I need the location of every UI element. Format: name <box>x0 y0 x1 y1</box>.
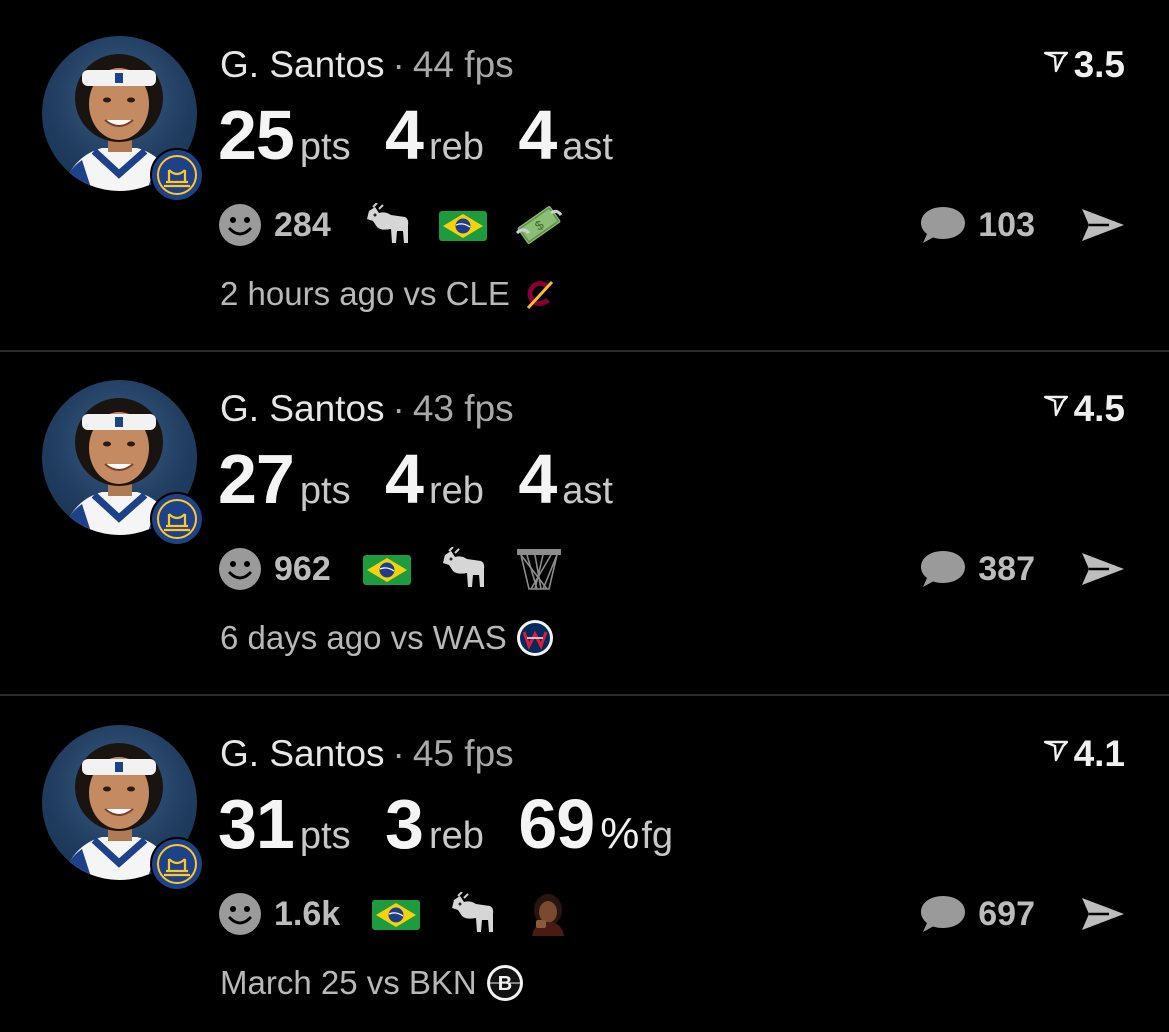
post-card[interactable]: G. Santos · 44 fps 3.5 25 pts 4 reb 4 ast 284… <box>0 0 1169 343</box>
stat-points: 27 pts <box>218 439 351 519</box>
fps-value: 43 fps <box>412 388 514 429</box>
comment-area[interactable]: 387 <box>918 542 1127 596</box>
stat-field-goal-pct: 69 %fg <box>518 784 673 864</box>
person-emoji-icon[interactable] <box>522 892 574 936</box>
comment-icon[interactable] <box>918 547 968 591</box>
stat-unit: ast <box>562 470 613 512</box>
stat-unit: ast <box>562 126 613 168</box>
post-card[interactable]: G. Santos · 45 fps 4.1 31 pts 3 reb 69 %fg 1.… <box>0 689 1169 1032</box>
warriors-logo-icon <box>150 837 204 891</box>
stat-value: 4 <box>518 440 557 518</box>
smiley-react-icon[interactable] <box>218 892 262 936</box>
player-name-line[interactable]: G. Santos · 43 fps <box>220 388 514 430</box>
rating-icon <box>1044 740 1068 762</box>
smiley-react-icon[interactable] <box>218 203 262 247</box>
reactions-row[interactable]: 284 <box>218 198 589 252</box>
share-send-icon[interactable] <box>1079 549 1127 589</box>
stat-line: 25 pts 4 reb 4 ast <box>218 95 643 175</box>
rating: 3.5 <box>1044 44 1125 86</box>
rating-value: 3.5 <box>1073 44 1125 85</box>
cavaliers-logo-icon <box>518 274 558 314</box>
share-send-icon[interactable] <box>1079 894 1127 934</box>
comment-icon[interactable] <box>918 892 968 936</box>
brazil-flag-icon[interactable] <box>370 892 422 936</box>
comment-area[interactable]: 103 <box>918 198 1127 252</box>
stat-value: 27 <box>218 440 295 518</box>
reactions-count: 1.6k <box>274 894 341 933</box>
stat-assists: 4 ast <box>518 439 613 519</box>
separator-dot: · <box>392 388 405 429</box>
fps-value: 45 fps <box>412 733 514 774</box>
comments-count: 697 <box>978 894 1035 933</box>
player-name[interactable]: G. Santos <box>220 44 385 85</box>
comment-area[interactable]: 697 <box>918 887 1127 941</box>
comment-icon[interactable] <box>918 203 968 247</box>
stat-rebounds: 3 reb <box>385 784 484 864</box>
stat-value: 4 <box>518 96 557 174</box>
reactions-row[interactable]: 1.6k <box>218 887 598 941</box>
stat-unit: pts <box>299 470 351 512</box>
money-icon[interactable] <box>513 203 565 247</box>
percent-sign: % <box>600 809 640 858</box>
comments-count: 103 <box>978 205 1035 244</box>
reactions-count: 962 <box>274 549 331 588</box>
rating-value: 4.5 <box>1073 388 1125 429</box>
stat-unit: reb <box>428 815 484 857</box>
game-time: 6 days ago vs WAS <box>220 619 507 656</box>
game-info: 6 days ago vs WAS <box>220 618 555 658</box>
brazil-flag-icon[interactable] <box>437 203 489 247</box>
rating: 4.1 <box>1044 733 1125 775</box>
stat-value: 69 <box>518 785 595 863</box>
wizards-logo-icon <box>515 618 555 658</box>
goat-icon[interactable] <box>437 547 489 591</box>
rating-value: 4.1 <box>1073 733 1125 774</box>
basket-net-icon[interactable] <box>513 547 565 591</box>
stat-assists: 4 ast <box>518 95 613 175</box>
reactions-count: 284 <box>274 205 331 244</box>
stat-unit: reb <box>428 470 484 512</box>
separator-dot: · <box>392 733 405 774</box>
warriors-logo-icon <box>150 492 204 546</box>
stat-value: 31 <box>218 785 295 863</box>
rating: 4.5 <box>1044 388 1125 430</box>
smiley-react-icon[interactable] <box>218 547 262 591</box>
reactions-row[interactable]: 962 <box>218 542 589 596</box>
rating-icon <box>1044 51 1068 73</box>
stat-rebounds: 4 reb <box>385 95 484 175</box>
nets-logo-icon <box>485 963 525 1003</box>
stat-rebounds: 4 reb <box>385 439 484 519</box>
stat-points: 25 pts <box>218 95 351 175</box>
game-time: March 25 vs BKN <box>220 964 477 1001</box>
stat-value: 3 <box>385 785 424 863</box>
stat-unit: pts <box>299 815 351 857</box>
goat-icon[interactable] <box>446 892 498 936</box>
fps-value: 44 fps <box>412 44 514 85</box>
separator-dot: · <box>392 44 405 85</box>
player-name[interactable]: G. Santos <box>220 388 385 429</box>
player-name-line[interactable]: G. Santos · 45 fps <box>220 733 514 775</box>
game-info: March 25 vs BKN <box>220 963 525 1003</box>
brazil-flag-icon[interactable] <box>361 547 413 591</box>
stat-value: 4 <box>385 96 424 174</box>
post-card[interactable]: G. Santos · 43 fps 4.5 27 pts 4 reb 4 ast 962… <box>0 344 1169 687</box>
player-name-line[interactable]: G. Santos · 44 fps <box>220 44 514 86</box>
stat-value: 25 <box>218 96 295 174</box>
share-send-icon[interactable] <box>1079 205 1127 245</box>
warriors-logo-icon <box>150 148 204 202</box>
stat-value: 4 <box>385 440 424 518</box>
stat-unit: reb <box>428 126 484 168</box>
player-name[interactable]: G. Santos <box>220 733 385 774</box>
comments-count: 387 <box>978 549 1035 588</box>
goat-icon[interactable] <box>361 203 413 247</box>
stat-unit: fg <box>641 815 674 857</box>
stat-line: 31 pts 3 reb 69 %fg <box>218 784 703 864</box>
rating-icon <box>1044 395 1068 417</box>
game-time: 2 hours ago vs CLE <box>220 275 510 312</box>
stat-unit: pts <box>299 126 351 168</box>
game-info: 2 hours ago vs CLE <box>220 274 558 314</box>
stat-line: 27 pts 4 reb 4 ast <box>218 439 643 519</box>
stat-points: 31 pts <box>218 784 351 864</box>
